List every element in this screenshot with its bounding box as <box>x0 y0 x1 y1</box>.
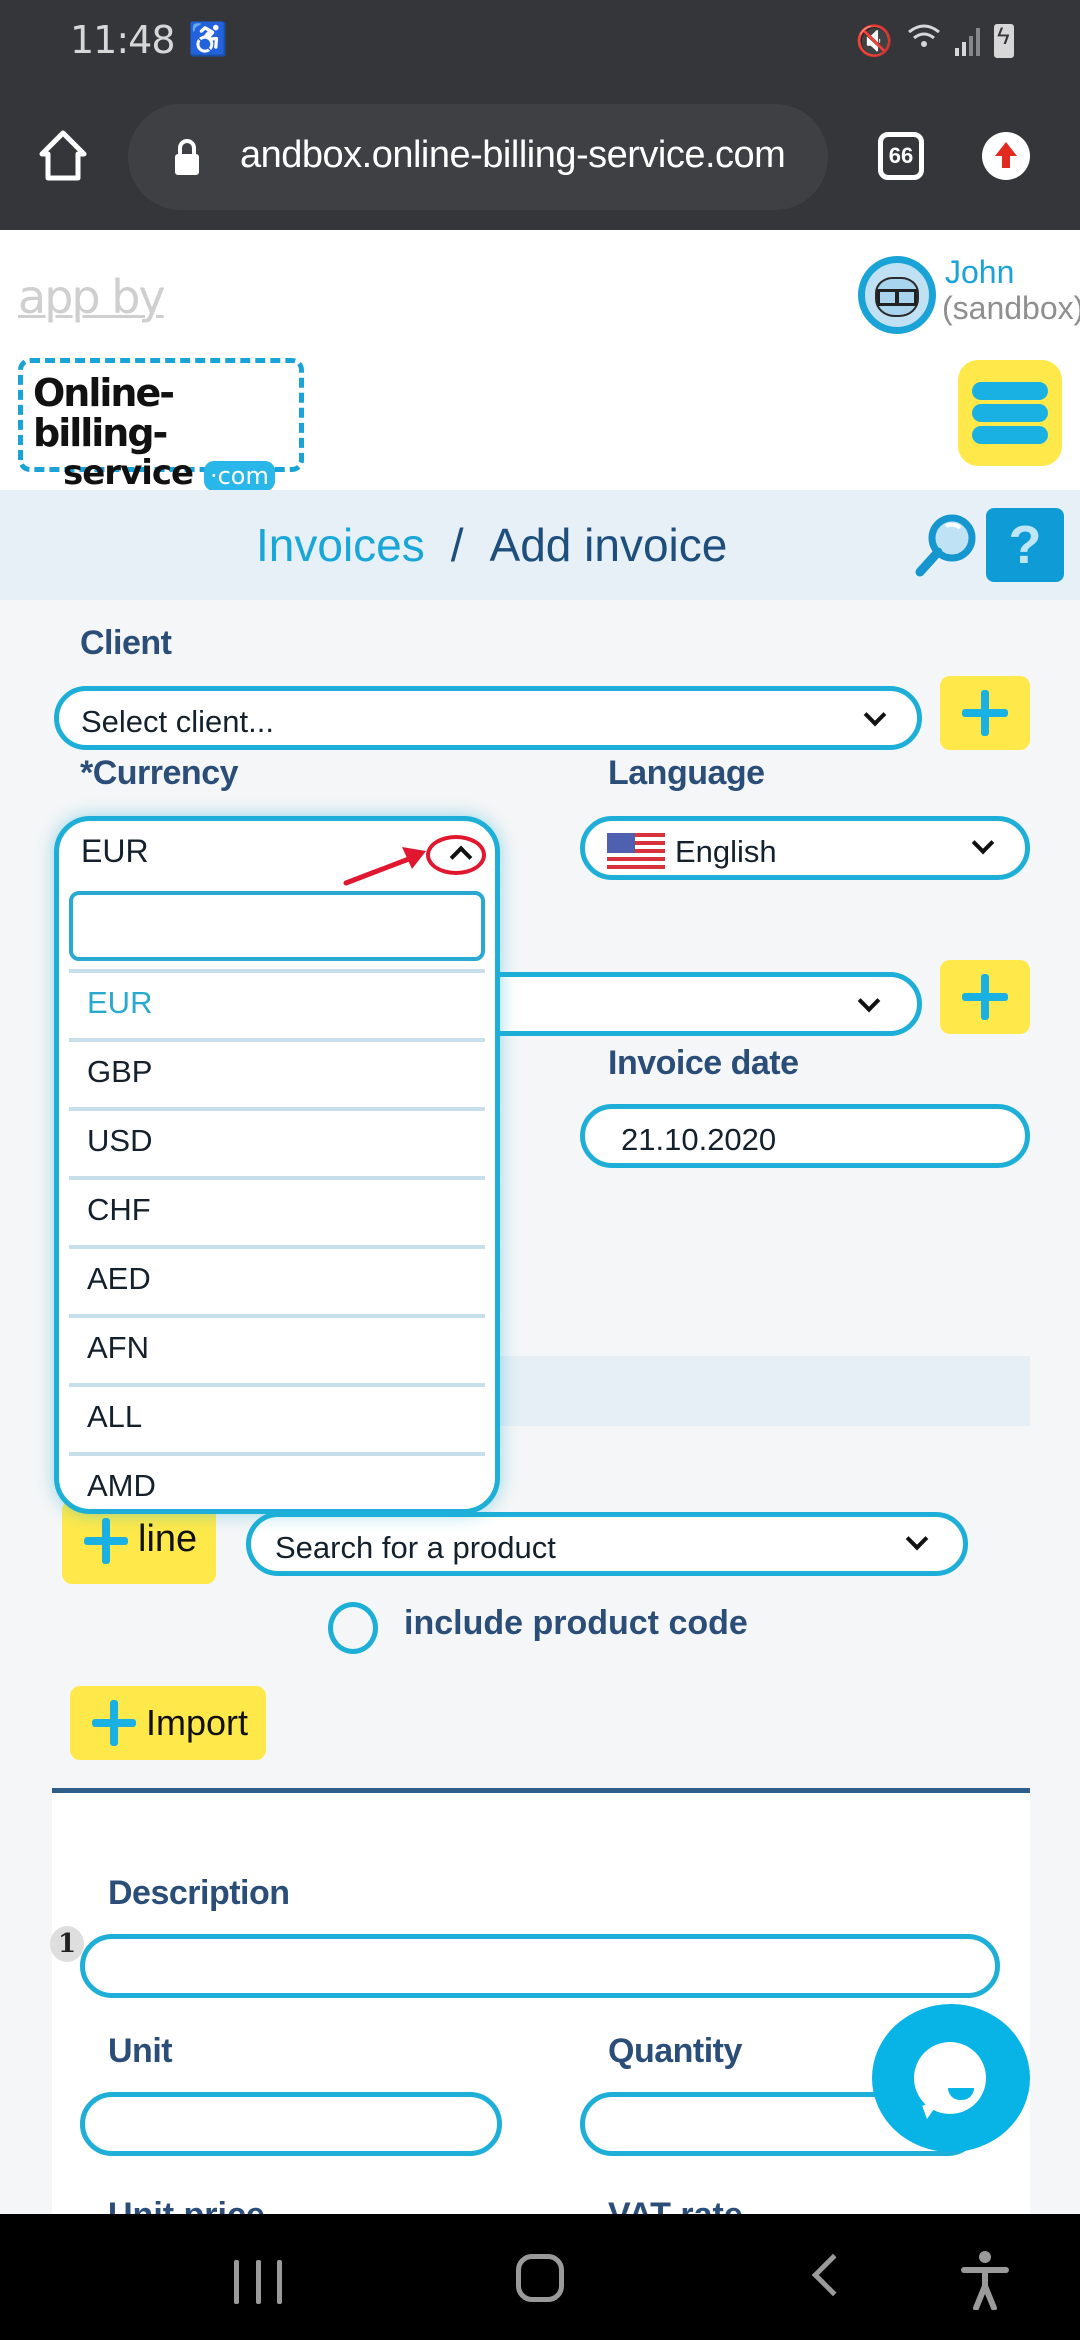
plus-icon <box>92 1700 136 1746</box>
user-profile[interactable]: John (sandbox) <box>840 254 1080 336</box>
user-account-type: (sandbox) <box>942 290 1080 326</box>
currency-option[interactable]: CHF <box>69 1176 485 1245</box>
add-line-label: line <box>138 1518 198 1560</box>
chat-button[interactable] <box>872 2004 1030 2152</box>
description-label: Description <box>108 1874 290 1912</box>
plus-icon <box>84 1518 128 1564</box>
currency-option[interactable]: ALL <box>69 1383 485 1452</box>
wifi-icon <box>907 22 941 60</box>
unit-label: Unit <box>108 2032 173 2070</box>
us-flag-icon <box>607 833 665 871</box>
signal-icon <box>955 26 980 56</box>
chat-bubble-icon <box>914 2042 986 2114</box>
client-select[interactable]: Select client... <box>54 686 922 750</box>
currency-option[interactable]: AED <box>69 1245 485 1314</box>
url-text[interactable]: andbox.online-billing-service.com <box>240 134 786 177</box>
address-bar[interactable]: andbox.online-billing-service.com <box>128 104 828 210</box>
annotation-arrow-icon <box>343 847 426 886</box>
update-icon[interactable] <box>982 132 1030 180</box>
browser-toolbar: andbox.online-billing-service.com 66 <box>0 84 1080 230</box>
chevron-down-icon <box>863 703 887 727</box>
quantity-label: Quantity <box>608 2032 742 2070</box>
home-icon[interactable] <box>36 128 90 182</box>
menu-bar-icon <box>972 426 1048 444</box>
breadcrumb-bar: Invoices / Add invoice ? <box>0 490 1080 600</box>
invoice-date-input[interactable]: 21.10.2020 <box>580 1104 1030 1168</box>
battery-charging-icon <box>994 23 1014 58</box>
chevron-down-icon <box>857 989 881 1013</box>
site-logo[interactable]: Online-billing- service ·com <box>18 358 304 493</box>
status-time: 11:48 <box>70 18 176 62</box>
include-product-code-label[interactable]: include product code <box>404 1604 748 1643</box>
product-search-select[interactable]: Search for a product <box>246 1512 968 1576</box>
currency-label: *Currency <box>80 754 239 793</box>
language-label: Language <box>608 754 765 792</box>
import-label: Import <box>146 1702 249 1743</box>
currency-options-list: EUR GBP USD CHF AED AFN ALL AMD <box>69 969 485 1509</box>
annotation-circle <box>426 835 486 875</box>
add-client-button[interactable] <box>940 676 1030 750</box>
required-mark: * <box>80 754 93 792</box>
plus-icon <box>962 690 1008 736</box>
menu-bar-icon <box>972 404 1048 422</box>
help-button[interactable]: ? <box>986 508 1064 582</box>
search-icon[interactable] <box>910 508 982 584</box>
avatar[interactable] <box>858 256 936 334</box>
language-value: English <box>675 834 777 869</box>
add-button[interactable] <box>940 960 1030 1034</box>
chevron-down-icon <box>905 1527 929 1551</box>
glasses-icon <box>877 289 917 306</box>
breadcrumb-invoices[interactable]: Invoices <box>256 518 425 572</box>
currency-option[interactable]: USD <box>69 1107 485 1176</box>
app-by-label: app by <box>18 270 166 324</box>
description-input[interactable] <box>80 1934 1000 1998</box>
chevron-down-icon <box>971 831 995 855</box>
page-title: Add invoice <box>489 519 728 571</box>
include-product-code-radio[interactable] <box>328 1602 378 1654</box>
menu-bar-icon <box>972 382 1048 400</box>
currency-option[interactable]: AMD <box>69 1452 485 1509</box>
currency-label-text: Currency <box>92 754 239 792</box>
hamburger-menu-button[interactable] <box>958 360 1062 466</box>
accessibility-notification-icon: ♿ <box>188 21 228 57</box>
back-icon[interactable] <box>811 2253 855 2297</box>
plus-icon <box>962 974 1008 1020</box>
import-button[interactable]: Import <box>70 1686 266 1760</box>
invoice-date-value[interactable]: 21.10.2020 <box>621 1122 776 1158</box>
logo-line1: Online-billing- <box>33 371 175 455</box>
status-bar: 11:48 ♿ 🔇 <box>0 0 1080 84</box>
currency-option[interactable]: AFN <box>69 1314 485 1383</box>
breadcrumb: Invoices / Add invoice <box>256 518 727 572</box>
unit-input[interactable] <box>80 2092 502 2156</box>
logo-com: ·com <box>203 461 275 491</box>
recent-apps-icon[interactable] <box>234 2260 282 2304</box>
breadcrumb-separator: / <box>450 519 464 571</box>
client-value: Select client... <box>81 704 274 739</box>
site-header: app by Online-billing- service ·com John… <box>0 230 1080 493</box>
logo-service: service <box>63 453 194 493</box>
line-number-badge: 1 <box>50 1926 84 1962</box>
hidden-select[interactable] <box>460 972 922 1036</box>
mute-vibrate-icon: 🔇 <box>855 24 893 58</box>
currency-option[interactable]: EUR <box>69 969 485 1038</box>
accessibility-icon[interactable] <box>960 2250 1010 2310</box>
currency-dropdown[interactable]: EUR EUR GBP USD CHF AED AFN ALL AMD <box>54 816 500 1514</box>
product-search-placeholder: Search for a product <box>275 1530 556 1565</box>
tabs-button[interactable]: 66 <box>878 132 924 180</box>
invoice-date-label: Invoice date <box>608 1044 799 1082</box>
currency-selected[interactable]: EUR <box>81 833 149 870</box>
language-select[interactable]: English <box>580 816 1030 880</box>
lock-icon <box>175 139 199 175</box>
user-name[interactable]: John <box>945 254 1014 291</box>
system-nav-bar <box>0 2214 1080 2340</box>
currency-option[interactable]: GBP <box>69 1038 485 1107</box>
status-icons: 🔇 <box>856 22 1014 60</box>
client-label: Client <box>80 624 172 662</box>
currency-search-input[interactable] <box>69 891 485 961</box>
home-nav-icon[interactable] <box>516 2254 564 2302</box>
